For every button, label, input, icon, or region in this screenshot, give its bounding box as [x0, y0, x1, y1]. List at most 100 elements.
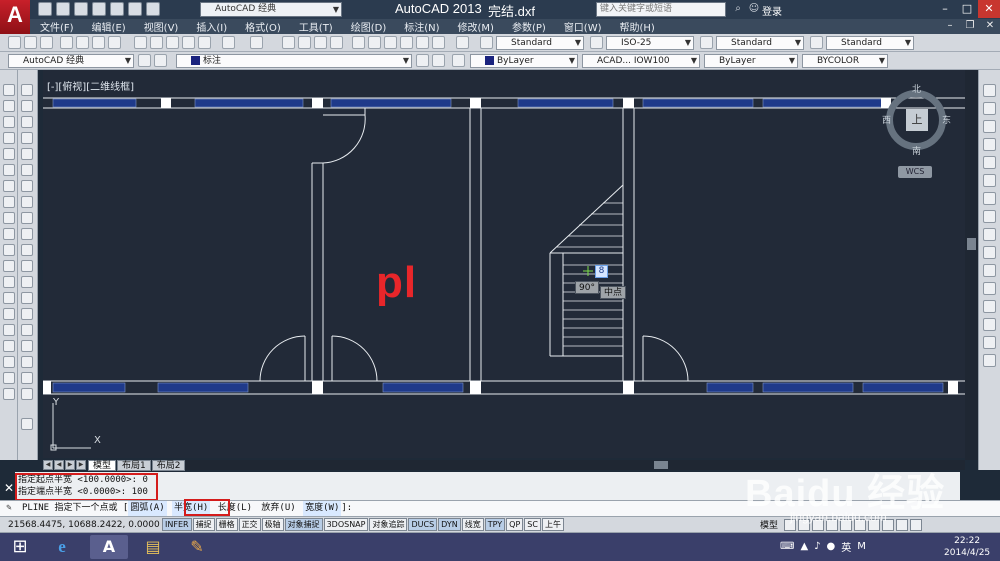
doc-close-icon[interactable]: ✕ [980, 19, 1000, 33]
mirror-edit-icon[interactable] [983, 120, 996, 133]
toggle-qp[interactable]: QP [506, 518, 524, 531]
keyboard-icon[interactable]: ⌨ [780, 541, 794, 552]
compass-east[interactable]: 东 [942, 113, 951, 126]
toggle-lineweight[interactable]: 线宽 [461, 518, 484, 531]
user-icon[interactable]: ☺ [748, 2, 760, 15]
viewcube-top-face[interactable]: 上 [906, 109, 928, 131]
offset-edit-icon[interactable] [983, 138, 996, 151]
menu-window[interactable]: 窗口(W) [554, 19, 610, 34]
stretch-edit-icon[interactable] [983, 102, 996, 115]
move-edit-icon[interactable] [983, 174, 996, 187]
lineweight-select[interactable]: ByLayer ▼ [704, 54, 798, 68]
layer-previous-icon[interactable] [432, 54, 445, 67]
save-icon[interactable] [40, 36, 53, 49]
explode-icon[interactable] [21, 356, 33, 368]
sheet-set-icon[interactable] [400, 36, 413, 49]
ellipse-icon[interactable] [3, 228, 15, 240]
ime-icon[interactable]: M [857, 541, 866, 552]
menu-insert[interactable]: 插入(I) [186, 19, 235, 34]
arc-icon[interactable] [3, 164, 15, 176]
workspace-settings-icon[interactable] [138, 54, 151, 67]
annotation-scale-icon[interactable] [840, 518, 853, 531]
workspace-switch-icon[interactable] [854, 518, 867, 531]
measure-icon[interactable] [21, 418, 33, 430]
extend-icon[interactable] [21, 244, 33, 256]
model-space-button[interactable]: 模型 [760, 518, 778, 531]
point-icon[interactable] [3, 292, 15, 304]
linetype-select[interactable]: ACAD... IOW100 ▼ [582, 54, 700, 68]
command-line[interactable]: ✎ PLINE 指定下一个点或 [圆弧(A) 半宽(H) 长度(L) 放弃(U)… [0, 500, 1000, 517]
viewcube[interactable]: 上 北 南 东 西 [880, 82, 951, 162]
menu-draw[interactable]: 绘图(D) [341, 19, 395, 34]
print-icon[interactable] [110, 2, 124, 16]
trim-icon[interactable] [21, 228, 33, 240]
zoom-realtime-icon[interactable] [298, 36, 311, 49]
annotation-icon[interactable] [21, 388, 33, 400]
menu-format[interactable]: 格式(O) [235, 19, 289, 34]
table-icon[interactable] [3, 356, 15, 368]
autocad-logo-icon[interactable]: A [0, 0, 30, 34]
search-input[interactable]: 键入关键字或短语 [596, 2, 726, 17]
array-edit-icon[interactable] [983, 156, 996, 169]
mirror-icon[interactable] [21, 116, 33, 128]
search-icon[interactable]: ⌕ [732, 2, 744, 15]
revision-cloud-icon[interactable] [3, 196, 15, 208]
quick-view-layouts-icon[interactable] [784, 518, 797, 531]
workspace-select[interactable]: AutoCAD 经典 ▼ [200, 2, 342, 17]
rotate-edit-icon[interactable] [983, 192, 996, 205]
break-icon[interactable] [21, 276, 33, 288]
make-current-layer-icon[interactable] [416, 54, 429, 67]
join-edit-icon[interactable] [983, 282, 996, 295]
compass-south[interactable]: 南 [912, 144, 921, 157]
command-close-icon[interactable]: ✕ [4, 481, 14, 495]
open-file-icon[interactable] [56, 2, 70, 16]
3d-print-icon[interactable] [108, 36, 121, 49]
toggle-sc[interactable]: SC [524, 518, 541, 531]
blend-curves-icon[interactable] [21, 340, 33, 352]
markup-icon[interactable] [416, 36, 429, 49]
horizontal-scrollbar[interactable] [182, 460, 965, 470]
text-edit-icon[interactable] [21, 372, 33, 384]
construction-line-icon[interactable] [3, 100, 15, 112]
menu-view[interactable]: 视图(V) [134, 19, 187, 34]
copy-object-icon[interactable] [21, 100, 33, 112]
trim-edit-icon[interactable] [983, 228, 996, 241]
chamfer-icon[interactable] [21, 308, 33, 320]
scale-edit-icon[interactable] [983, 210, 996, 223]
menu-edit[interactable]: 编辑(E) [82, 19, 134, 34]
add-selected-icon[interactable] [3, 388, 15, 400]
hatch-icon[interactable] [3, 308, 15, 320]
isolate-objects-icon[interactable] [896, 518, 909, 531]
doc-restore-icon[interactable]: ❐ [960, 19, 980, 33]
toggle-polar[interactable]: 极轴 [261, 518, 284, 531]
menu-tools[interactable]: 工具(T) [289, 19, 341, 34]
option-width[interactable]: 宽度(W) [303, 501, 342, 516]
last-tab-icon[interactable]: ▶ [76, 460, 86, 470]
close-panel-icon[interactable] [983, 354, 996, 367]
toggle-ducs[interactable]: DUCS [408, 518, 438, 531]
menu-file[interactable]: 文件(F) [30, 19, 82, 34]
pan-icon[interactable] [282, 36, 295, 49]
text-style-select[interactable]: Standard ▼ [496, 36, 584, 50]
file-explorer-icon[interactable]: ▤ [134, 535, 172, 559]
new-icon[interactable] [8, 36, 21, 49]
maximize-icon[interactable]: □ [956, 0, 978, 18]
open-icon[interactable] [24, 36, 37, 49]
menu-help[interactable]: 帮助(H) [610, 19, 663, 34]
tab-layout1[interactable]: 布局1 [117, 459, 151, 471]
prev-tab-icon[interactable]: ◀ [54, 460, 64, 470]
doc-minimize-icon[interactable]: – [940, 19, 960, 33]
close-icon[interactable]: ✕ [978, 0, 1000, 18]
rotate-icon[interactable] [21, 180, 33, 192]
toggle-grid[interactable]: 栅格 [215, 518, 238, 531]
menu-dimension[interactable]: 标注(N) [394, 19, 447, 34]
security-icon[interactable]: ● [827, 541, 836, 552]
compass-west[interactable]: 西 [882, 113, 891, 126]
redo-icon[interactable] [250, 36, 263, 49]
circle-icon[interactable] [3, 180, 15, 192]
tool-palettes-icon[interactable] [384, 36, 397, 49]
table-style-select[interactable]: Standard ▼ [716, 36, 804, 50]
start-button[interactable]: ⊞ [4, 535, 36, 559]
save-as-icon[interactable] [92, 2, 106, 16]
hardware-acceleration-icon[interactable] [882, 518, 895, 531]
